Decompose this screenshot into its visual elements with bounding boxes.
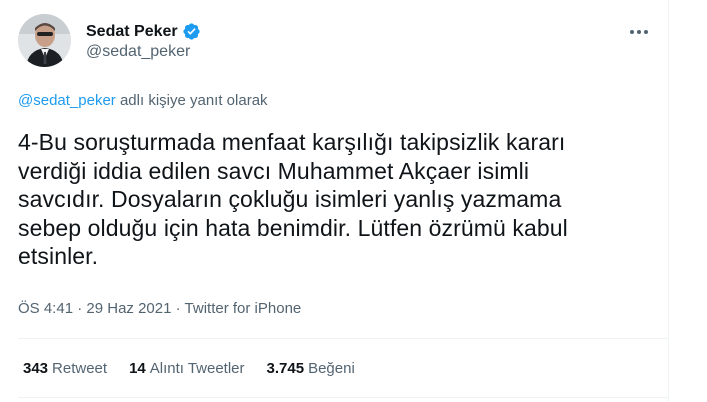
tweet-header: Sedat Peker @sedat_peker bbox=[18, 14, 201, 67]
tweet-time[interactable]: ÖS 4:41 bbox=[18, 300, 73, 317]
name-row: Sedat Peker bbox=[86, 21, 201, 43]
tweet-text-line: savcıdır. Dosyaların çokluğu isimleri ya… bbox=[18, 186, 562, 213]
reply-suffix: adlı kişiye yanıt olarak bbox=[115, 92, 268, 109]
display-name[interactable]: Sedat Peker bbox=[86, 23, 178, 41]
avatar[interactable] bbox=[18, 14, 71, 67]
retweets-label: Retweet bbox=[52, 360, 108, 377]
tweet-text: 4-Bu soruşturmada menfaat karşılığı taki… bbox=[18, 128, 658, 271]
divider bbox=[18, 338, 668, 339]
verified-badge-icon bbox=[182, 22, 201, 41]
tweet-date[interactable]: 29 Haz 2021 bbox=[86, 300, 171, 317]
quotes-count: 14 bbox=[129, 360, 146, 377]
quotes-stat[interactable]: 14 Alıntı Tweetler bbox=[129, 360, 244, 377]
reply-mention-link[interactable]: @sedat_peker bbox=[18, 92, 116, 109]
quotes-label: Alıntı Tweetler bbox=[149, 360, 245, 377]
user-info: Sedat Peker @sedat_peker bbox=[86, 21, 201, 61]
tweet-text-line: 4-Bu soruşturmada menfaat karşılığı taki… bbox=[18, 129, 566, 155]
more-options-icon[interactable] bbox=[628, 22, 650, 42]
tweet-meta: ÖS 4:41 · 29 Haz 2021 · Twitter for iPho… bbox=[18, 300, 301, 317]
tweet-stats: 343 Retweet 14 Alıntı Tweetler 3.745 Beğ… bbox=[23, 360, 377, 377]
meta-separator: · bbox=[73, 300, 87, 317]
replying-to: @sedat_peker adlı kişiye yanıt olarak bbox=[18, 92, 268, 109]
tweet-text-line: etsinler. bbox=[18, 243, 99, 270]
tweet-text-line: verdiği iddia edilen savcı Muhammet Akça… bbox=[18, 157, 530, 184]
avatar-image bbox=[18, 14, 71, 67]
tweet-card: Sedat Peker @sedat_peker @sedat_peker ad… bbox=[0, 0, 669, 402]
meta-separator: · bbox=[171, 300, 185, 317]
likes-count: 3.745 bbox=[266, 360, 305, 377]
likes-stat[interactable]: 3.745 Beğeni bbox=[267, 360, 355, 377]
divider bbox=[18, 397, 668, 398]
retweets-stat[interactable]: 343 Retweet bbox=[23, 360, 107, 377]
likes-label: Beğeni bbox=[308, 360, 355, 377]
tweet-text-line: sebep olduğu için hata benimdir. Lütfen … bbox=[18, 214, 568, 241]
user-handle[interactable]: @sedat_peker bbox=[86, 43, 201, 61]
retweets-count: 343 bbox=[23, 360, 49, 377]
tweet-source[interactable]: Twitter for iPhone bbox=[185, 300, 302, 317]
